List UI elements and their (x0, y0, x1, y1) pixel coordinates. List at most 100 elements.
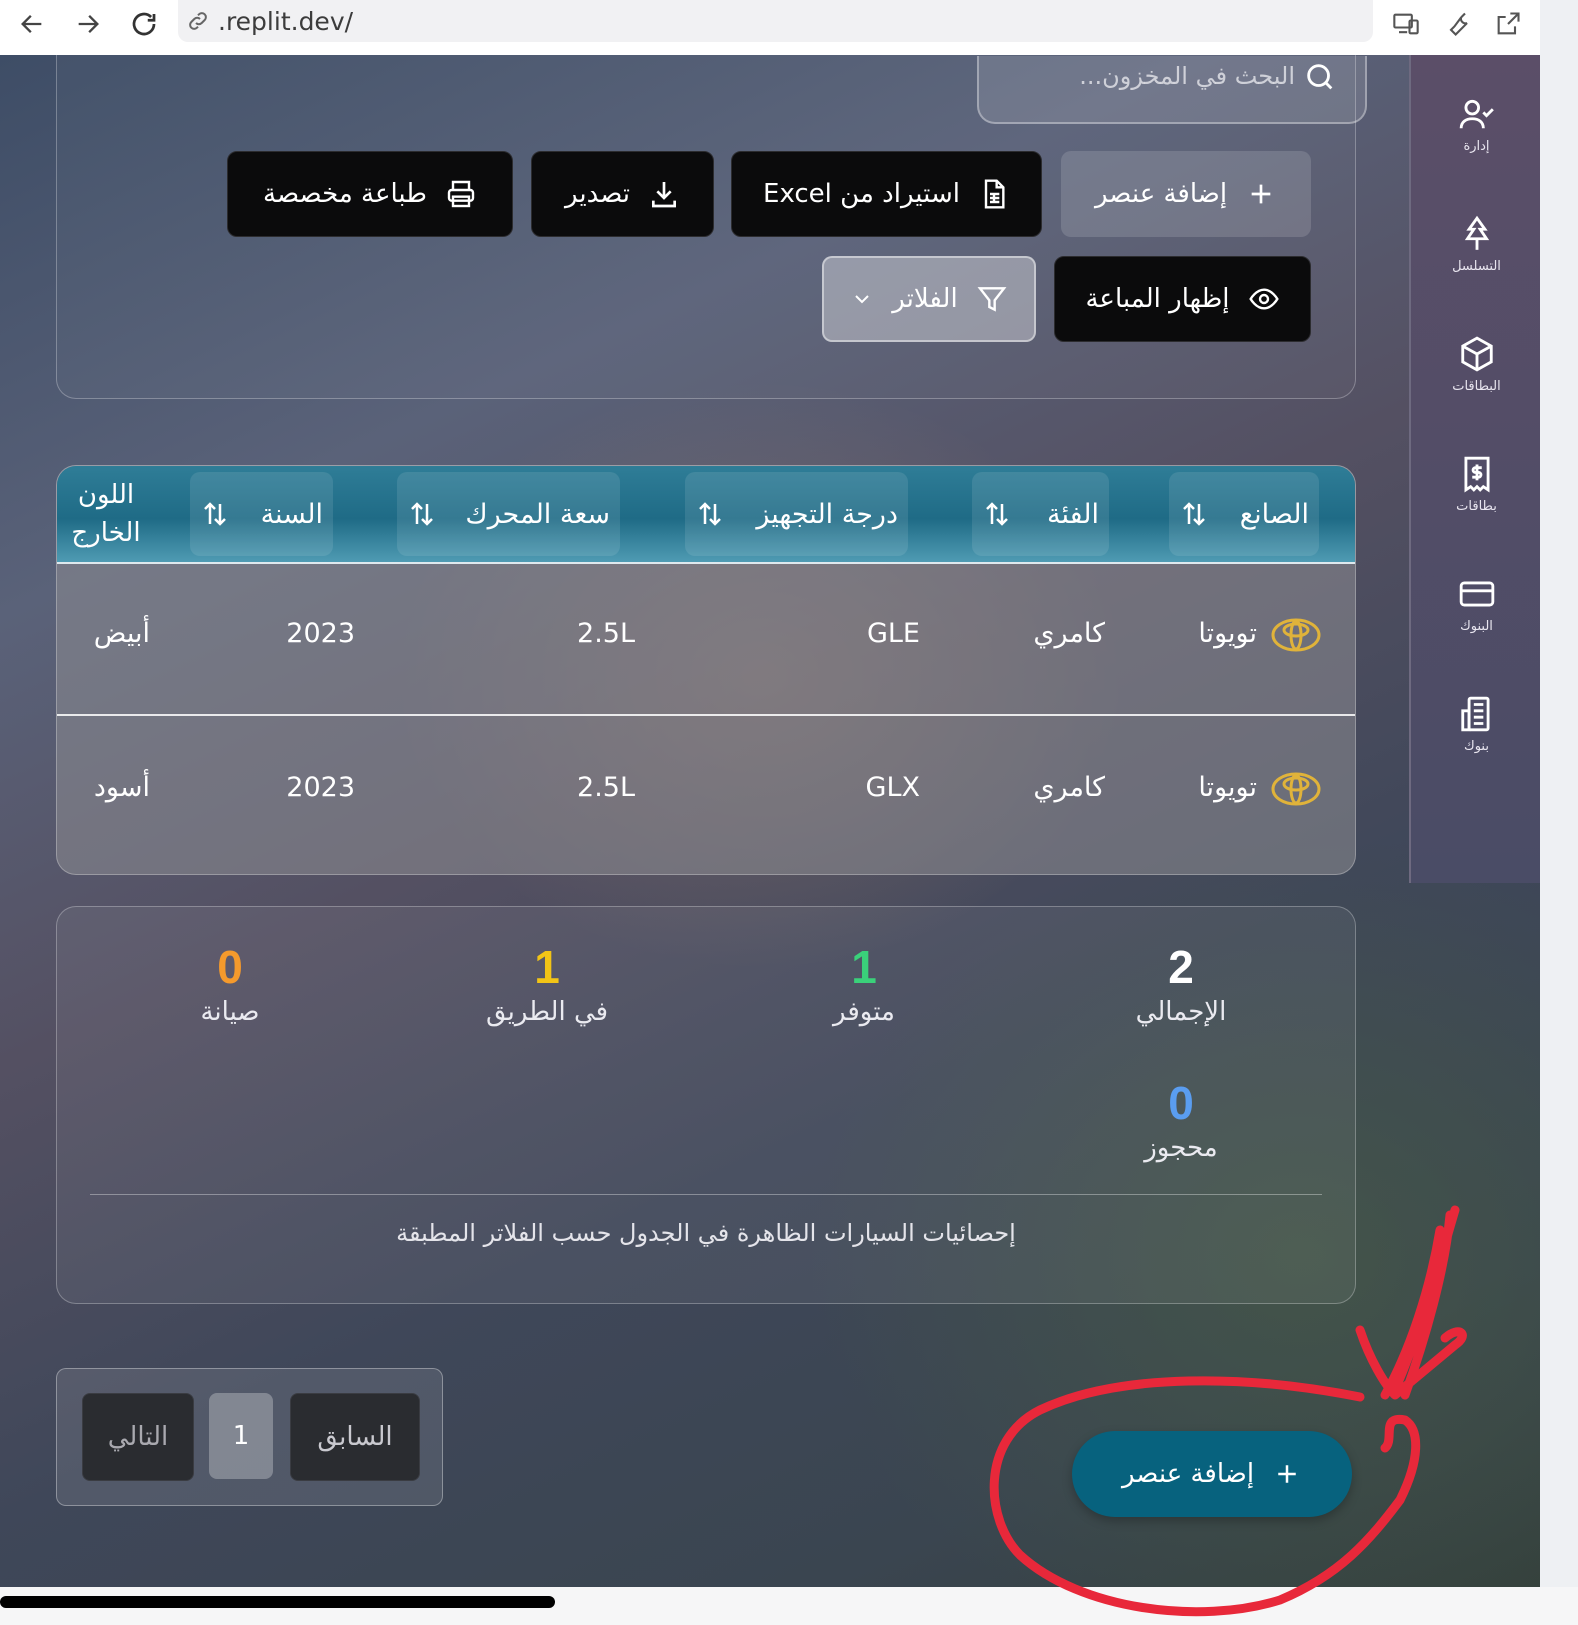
reload-icon[interactable] (126, 6, 162, 42)
import-excel-label: استيراد من Excel (763, 179, 960, 209)
browser-toolbar: .replit.dev/ (0, 0, 1540, 56)
page-right-edge (1540, 0, 1578, 1625)
printer-icon (447, 180, 475, 208)
column-header-color[interactable]: اللون الخارج (61, 476, 151, 552)
open-external-icon[interactable] (1490, 6, 1526, 42)
stats-panel: 2 الإجمالي 1 متوفر 1 في الطريق 0 صيانة 0… (56, 906, 1356, 1304)
column-header-category[interactable]: الفئة (972, 472, 1109, 556)
address-bar[interactable]: .replit.dev/ (178, 0, 1373, 42)
stat-value: 2 (1168, 941, 1194, 993)
prev-page-button[interactable]: السابق (290, 1393, 420, 1481)
cell-category: كامري (1033, 772, 1105, 803)
stat-label: صيانة (200, 997, 260, 1027)
cell-year: 2023 (286, 772, 355, 803)
next-page-button[interactable]: التالي (82, 1393, 194, 1481)
custom-print-button[interactable]: طباعة مخصصة (227, 151, 513, 237)
user-check-icon (1459, 99, 1494, 129)
column-header-maker[interactable]: الصانع (1169, 472, 1319, 556)
cell-trim: GLX (865, 772, 920, 803)
show-sold-button[interactable]: إظهار المباعة (1054, 256, 1311, 342)
sidebar-item-management[interactable]: إدارة (1411, 95, 1540, 195)
sidebar-item-label: البطاقات (1452, 379, 1501, 394)
fab-label: إضافة عنصر (1121, 1459, 1255, 1489)
toolbar-panel: البحث في المخزون... إضافة عنصر استيراد م… (56, 55, 1367, 399)
cell-year: 2023 (286, 618, 355, 649)
horizontal-scrollbar[interactable] (0, 1596, 555, 1608)
table-row[interactable]: تويوتا كامري GLE 2.5L 2023 أبيض (57, 562, 1355, 716)
column-header-label: الفئة (1046, 498, 1099, 530)
stat-total: 2 الإجمالي (1081, 941, 1281, 1027)
sidebar-item-banks-2[interactable]: بنوك (1411, 695, 1540, 795)
column-header-label: السنة (260, 498, 323, 530)
column-header-year[interactable]: السنة (190, 472, 333, 556)
inventory-table: الصانع الفئة درجة التجهيز سعة المحرك الس… (56, 465, 1356, 875)
cell-color: أبيض (93, 618, 150, 649)
export-button[interactable]: تصدير (531, 151, 714, 237)
filter-icon (977, 287, 1007, 312)
devices-icon[interactable] (1388, 6, 1424, 42)
add-item-button[interactable]: إضافة عنصر (1061, 151, 1311, 237)
stat-value: 0 (1168, 1077, 1194, 1129)
cell-maker: تويوتا (1198, 618, 1257, 649)
sort-icon (204, 502, 226, 526)
sort-icon (699, 502, 721, 526)
page-number-button[interactable]: 1 (209, 1393, 273, 1479)
cell-trim: GLE (866, 618, 920, 649)
sidebar: إدارة التسلسل البطاقات بطاقات البنوك بنو… (1409, 55, 1540, 883)
column-header-trim[interactable]: درجة التجهيز (685, 472, 908, 556)
back-arrow-icon[interactable] (14, 6, 50, 42)
custom-print-label: طباعة مخصصة (263, 179, 427, 209)
eye-icon (1248, 288, 1279, 310)
cell-category: كامري (1033, 618, 1105, 649)
column-header-label: الصانع (1239, 498, 1309, 530)
sidebar-item-label: بطاقات (1456, 499, 1497, 514)
search-icon (1307, 64, 1333, 90)
sidebar-item-cards[interactable]: البطاقات (1411, 335, 1540, 435)
file-spreadsheet-icon (984, 179, 1005, 209)
sidebar-item-label: إدارة (1463, 139, 1490, 154)
cell-maker: تويوتا (1198, 772, 1257, 803)
sort-icon (1183, 502, 1205, 526)
stat-label: الإجمالي (1135, 997, 1227, 1027)
app-main: إدارة التسلسل البطاقات بطاقات البنوك بنو… (0, 55, 1540, 1587)
tree-icon (1464, 215, 1489, 250)
cell-color: أسود (93, 772, 150, 803)
column-header-label: درجة التجهيز (756, 498, 898, 530)
sidebar-item-banks[interactable]: البنوك (1411, 575, 1540, 675)
stat-label: محجوز (1144, 1133, 1218, 1163)
stat-reserved: 0 محجوز (1081, 1077, 1281, 1163)
import-excel-button[interactable]: استيراد من Excel (731, 151, 1042, 237)
sidebar-item-cards-2[interactable]: بطاقات (1411, 455, 1540, 555)
forward-arrow-icon[interactable] (70, 6, 106, 42)
sidebar-item-label: البنوك (1460, 619, 1493, 634)
sidebar-item-sequence[interactable]: التسلسل (1411, 215, 1540, 315)
toyota-logo-icon (1271, 618, 1321, 652)
add-item-label: إضافة عنصر (1094, 179, 1228, 209)
download-icon (652, 182, 677, 208)
stat-maintenance: 0 صيانة (130, 941, 330, 1027)
credit-card-icon (1459, 581, 1494, 607)
filters-dropdown[interactable]: الفلاتر (822, 256, 1036, 342)
stat-on-the-way: 1 في الطريق (447, 941, 647, 1027)
receipt-dollar-icon (1463, 456, 1490, 493)
wrench-icon[interactable] (1440, 6, 1476, 42)
filters-label: الفلاتر (892, 284, 958, 314)
show-sold-label: إظهار المباعة (1085, 284, 1230, 314)
search-input[interactable]: البحث في المخزون... (977, 56, 1367, 124)
export-label: تصدير (565, 179, 631, 209)
chevron-down-icon (855, 295, 870, 304)
pagination: السابق 1 التالي (56, 1368, 443, 1506)
stat-label: متوفر (833, 997, 895, 1027)
plus-icon (1251, 184, 1271, 204)
column-header-engine[interactable]: سعة المحرك (397, 472, 620, 556)
url-text: .replit.dev/ (218, 6, 354, 36)
stats-divider (90, 1194, 1322, 1195)
table-header: الصانع الفئة درجة التجهيز سعة المحرك الس… (57, 466, 1355, 564)
floating-add-item-button[interactable]: إضافة عنصر (1072, 1431, 1352, 1517)
table-row[interactable]: تويوتا كامري GLX 2.5L 2023 أسود (57, 716, 1355, 868)
link-icon (189, 12, 207, 30)
stat-label: في الطريق (485, 997, 609, 1027)
stat-value: 0 (217, 941, 243, 993)
stats-note: إحصائيات السيارات الظاهرة في الجدول حسب … (396, 1219, 1016, 1247)
toyota-logo-icon (1271, 772, 1321, 806)
